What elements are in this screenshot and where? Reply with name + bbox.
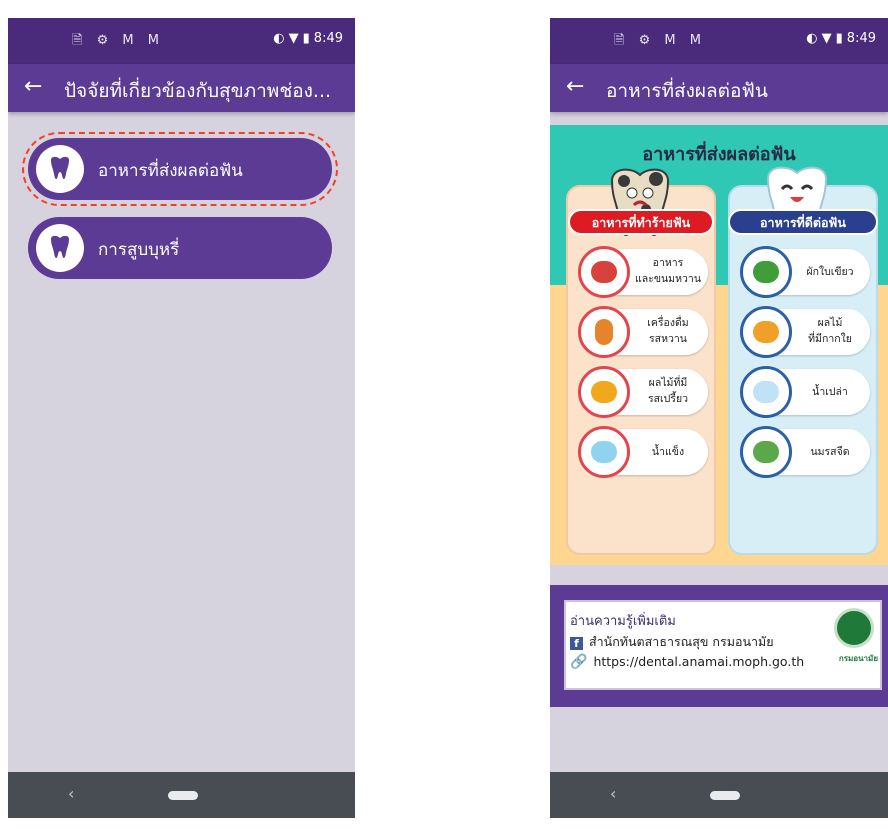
- clock: 8:49: [313, 31, 343, 46]
- reference-card: อ่านความรู้เพิ่มเติม f สำนักทันตสาธารณสุข…: [564, 600, 882, 690]
- menu-item-label: อาหารที่ส่งผลต่อฟัน: [98, 161, 243, 181]
- facebook-link[interactable]: f สำนักทันตสาธารณสุข กรมอนามัย: [570, 632, 774, 652]
- nav-home-pill[interactable]: [710, 791, 740, 800]
- app-bar: ← ปัจจัยที่เกี่ยวข้องกับสุขภาพช่อง...: [8, 64, 355, 112]
- food-label: น้ำเปล่า: [812, 386, 848, 398]
- food-label: นมรสจืด: [810, 446, 850, 458]
- notification-icons: 🗎 ⚙ M M: [72, 33, 164, 48]
- list-item: เครื่องดื่มรสหวาน: [578, 306, 708, 358]
- page-title: ปัจจัยที่เกี่ยวข้องกับสุขภาพช่อง...: [64, 80, 332, 102]
- notification-icons: 🗎 ⚙ M M: [614, 33, 706, 48]
- ice-icon: [578, 426, 630, 478]
- facebook-label: สำนักทันตสาธารณสุข กรมอนามัย: [589, 634, 774, 649]
- department-logo-icon: [834, 608, 874, 648]
- infographic-title: อาหารที่ส่งผลต่อฟัน: [642, 144, 796, 165]
- list-item: ผลไม้ที่มีรสเปรี้ยว: [578, 366, 708, 418]
- food-label: ผลไม้ที่มี: [648, 377, 688, 389]
- website-url: https://dental.anamai.moph.go.th: [593, 654, 805, 669]
- food-label: อาหาร: [652, 257, 684, 269]
- vibrate-icon: ◐: [806, 31, 818, 46]
- logo-label: กรมอนามัย: [838, 654, 878, 663]
- app-bar: ← อาหารที่ส่งผลต่อฟัน: [550, 64, 888, 112]
- list-item: น้ำแข็ง: [578, 426, 708, 478]
- website-link[interactable]: 🔗 https://dental.anamai.moph.go.th: [570, 654, 804, 670]
- sour-fruit-icon: [578, 366, 630, 418]
- system-nav-bar: ‹: [8, 772, 355, 818]
- menu-item-label: การสูบบุหรี่: [98, 240, 180, 260]
- wifi-icon: ▼: [288, 31, 299, 46]
- clock: 8:49: [846, 31, 876, 46]
- battery-icon: ▮: [835, 31, 843, 46]
- food-label: ผักใบเขียว: [806, 266, 854, 278]
- link-icon: 🔗: [570, 654, 588, 670]
- good-food-header: อาหารที่ดีต่อฟัน: [728, 209, 878, 235]
- list-item: น้ำเปล่า: [740, 366, 870, 418]
- food-label: เครื่องดื่ม: [647, 317, 689, 329]
- system-nav-bar: ‹: [550, 772, 888, 818]
- food-label: รสหวาน: [649, 333, 687, 345]
- back-arrow-icon[interactable]: ←: [24, 74, 42, 99]
- nav-back-icon[interactable]: ‹: [610, 784, 616, 803]
- tooth-icon: [36, 145, 84, 193]
- battery-icon: ▮: [302, 31, 310, 46]
- list-item: นมรสจืด: [740, 426, 870, 478]
- wifi-icon: ▼: [821, 31, 832, 46]
- food-label: ผลไม้: [817, 317, 843, 329]
- food-infographic: อาหารที่ส่งผลต่อฟัน อาหารที่ทำร้ายฟัน อา…: [550, 125, 888, 565]
- back-arrow-icon[interactable]: ←: [566, 74, 584, 99]
- page-title: อาหารที่ส่งผลต่อฟัน: [606, 80, 768, 102]
- facebook-icon: f: [570, 637, 583, 650]
- reference-section: อ่านความรู้เพิ่มเติม f สำนักทันตสาธารณสุข…: [550, 585, 888, 707]
- menu-item-food[interactable]: อาหารที่ส่งผลต่อฟัน: [28, 138, 332, 200]
- phone-screen-right: 🗎 ⚙ M M ◐ ▼ ▮ 8:49 ← อาหารที่ส่งผลต่อฟัน อา…: [550, 18, 888, 818]
- vibrate-icon: ◐: [273, 31, 285, 46]
- nav-home-pill[interactable]: [168, 791, 198, 800]
- tooth-icon: [36, 224, 84, 272]
- sweets-icon: [578, 246, 630, 298]
- list-item: ผลไม้ที่มีกากใย: [740, 306, 870, 358]
- milk-icon: [740, 426, 792, 478]
- status-bar: 🗎 ⚙ M M ◐ ▼ ▮ 8:49: [8, 18, 355, 64]
- list-item: ผักใบเขียว: [740, 246, 870, 298]
- bad-food-header: อาหารที่ทำร้ายฟัน: [568, 209, 714, 235]
- menu-item-smoking[interactable]: การสูบบุหรี่: [28, 217, 332, 279]
- nav-back-icon[interactable]: ‹: [68, 784, 74, 803]
- food-label: และขนมหวาน: [634, 273, 701, 285]
- reference-heading: อ่านความรู้เพิ่มเติม: [570, 614, 676, 629]
- food-label: ที่มีกากใย: [808, 333, 852, 345]
- food-label: น้ำแข็ง: [651, 446, 685, 458]
- list-item: อาหารและขนมหวาน: [578, 246, 708, 298]
- status-bar: 🗎 ⚙ M M ◐ ▼ ▮ 8:49: [550, 18, 888, 64]
- vegetables-icon: [740, 246, 792, 298]
- sweet-drink-icon: [578, 306, 630, 358]
- fiber-fruit-icon: [740, 306, 792, 358]
- water-icon: [740, 366, 792, 418]
- phone-screen-left: 🗎 ⚙ M M ◐ ▼ ▮ 8:49 ← ปัจจัยที่เกี่ยวข้องกับ…: [8, 18, 355, 818]
- food-label: รสเปรี้ยว: [648, 393, 688, 405]
